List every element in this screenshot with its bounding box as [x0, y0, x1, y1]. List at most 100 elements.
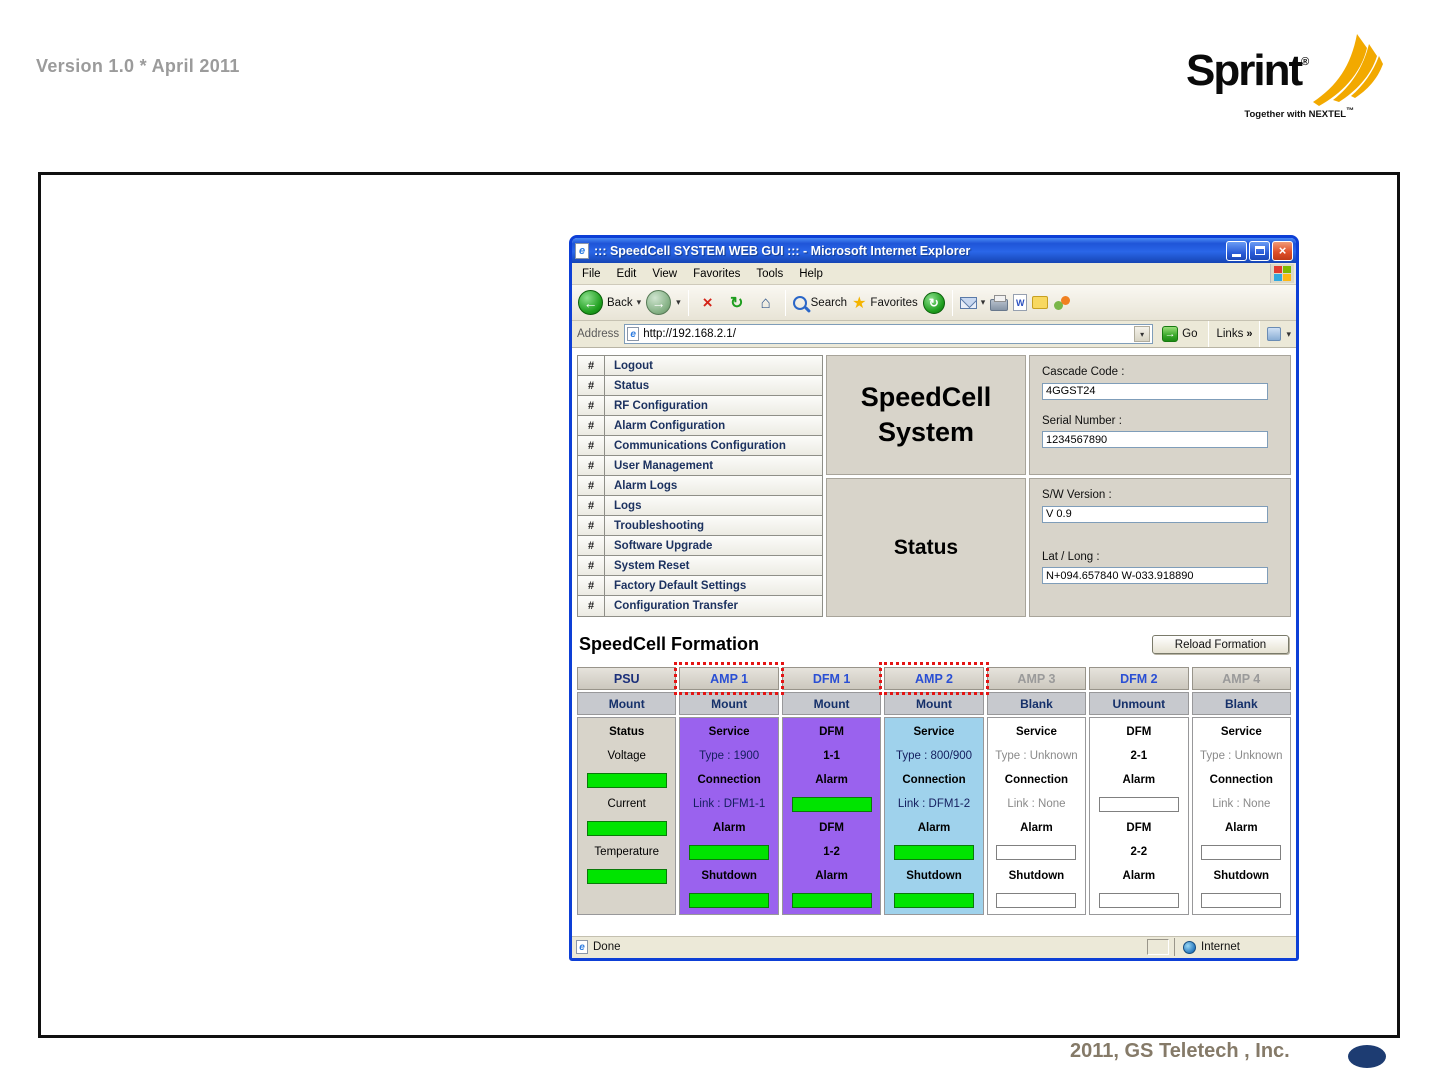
sidebar-item-communications-configuration[interactable]: # Communications Configuration [578, 436, 822, 456]
sprint-brand: Sprint [1186, 46, 1303, 95]
links-dropdown-icon[interactable]: ▾ [1286, 329, 1291, 340]
amp3-shutdown-label: Shutdown [1008, 870, 1065, 882]
page-title: Status [893, 535, 959, 559]
sidebar-item-software-upgrade[interactable]: # Software Upgrade [578, 536, 822, 556]
close-button[interactable]: × [1272, 240, 1293, 261]
go-button[interactable]: → Go [1158, 326, 1201, 342]
sidebar-item-troubleshooting[interactable]: # Troubleshooting [578, 516, 822, 536]
mail-dropdown-icon: ▾ [980, 297, 986, 307]
back-label: Back [607, 296, 633, 309]
hash-bullet: # [578, 436, 605, 455]
status-text: Done [593, 941, 621, 953]
refresh-icon: ↻ [729, 294, 744, 312]
address-separator [1259, 321, 1261, 347]
page-options-icon[interactable] [1267, 327, 1282, 341]
amp4-header[interactable]: AMP 4 [1191, 667, 1291, 690]
mail-icon [959, 296, 977, 309]
messenger-button[interactable] [1053, 295, 1071, 311]
status-bar: e Done Internet [572, 935, 1296, 958]
amp1-shutdown-indicator [689, 892, 770, 908]
amp3-type: Type : Unknown [995, 750, 1078, 762]
sidebar-item-label: Configuration Transfer [614, 600, 738, 612]
amp2-connection-label: Connection [902, 774, 966, 786]
amp4-alarm-indicator [1201, 844, 1282, 860]
address-dropdown-icon[interactable]: ▾ [1134, 326, 1151, 342]
sidebar-item-alarm-logs[interactable]: # Alarm Logs [578, 476, 822, 496]
menu-file[interactable]: File [574, 265, 609, 283]
sidebar-item-factory-default-settings[interactable]: # Factory Default Settings [578, 576, 822, 596]
sidebar-item-user-management[interactable]: # User Management [578, 456, 822, 476]
trademark-mark: ™ [1346, 106, 1354, 115]
psu-header[interactable]: PSU [577, 667, 677, 690]
hash-bullet: # [578, 396, 605, 415]
amp4-type: Type : Unknown [1200, 750, 1283, 762]
psu-status-label: Status [609, 726, 645, 738]
dfm2-dfm-label-2: DFM [1126, 822, 1152, 834]
menu-view[interactable]: View [644, 265, 685, 283]
amp2-header[interactable]: AMP 2 [879, 662, 989, 695]
edit-button[interactable]: W [1013, 294, 1028, 311]
amp2-link: Link : DFM1-2 [897, 798, 971, 810]
back-button[interactable]: ← Back ▾ [578, 290, 641, 315]
links-button[interactable]: Links » [1216, 328, 1252, 340]
minimize-button[interactable] [1226, 240, 1247, 261]
sidebar-item-rf-configuration[interactable]: # RF Configuration [578, 396, 822, 416]
search-button[interactable]: Search [792, 295, 847, 310]
formation-column-amp1: AMP 1 Mount Service Type : 1900 Connecti… [674, 662, 784, 915]
print-button[interactable] [990, 294, 1009, 311]
amp3-alarm-indicator [996, 844, 1077, 860]
psu-voltage-label: Voltage [607, 750, 646, 762]
back-dropdown-icon[interactable]: ▾ [637, 297, 642, 308]
address-input[interactable]: e http://192.168.2.1/ ▾ [624, 324, 1154, 344]
dfm2-header[interactable]: DFM 2 [1089, 667, 1189, 690]
serial-number-input[interactable] [1042, 431, 1268, 448]
dfm1-alarm-indicator-2 [791, 892, 872, 908]
refresh-button[interactable]: ↻ [725, 291, 749, 315]
sidebar-item-label: Logout [614, 359, 653, 372]
forward-dropdown-icon[interactable]: ▾ [676, 297, 681, 308]
tagline-text: Together with NEXTEL [1244, 109, 1347, 121]
dfm1-mount-state: Mount [781, 692, 882, 715]
sidebar-item-configuration-transfer[interactable]: # Configuration Transfer [578, 596, 822, 616]
sidebar-item-status[interactable]: # Status [578, 376, 822, 396]
sidebar-item-label: System Reset [614, 559, 690, 572]
hash-bullet: # [578, 516, 605, 535]
security-zone: Internet [1174, 938, 1292, 956]
sidebar-item-system-reset[interactable]: # System Reset [578, 556, 822, 576]
sidebar-item-label: Factory Default Settings [614, 579, 747, 592]
forward-button[interactable]: → [646, 290, 672, 315]
browser-window: e ::: SpeedCell SYSTEM WEB GUI ::: - Mic… [569, 235, 1299, 961]
menu-help[interactable]: Help [791, 265, 831, 283]
sw-version-input[interactable] [1042, 505, 1268, 523]
favorites-button[interactable]: ★ Favorites [852, 293, 918, 313]
cascade-code-input[interactable] [1042, 382, 1268, 400]
history-button[interactable]: ↻ [922, 291, 945, 314]
amp1-header[interactable]: AMP 1 [674, 662, 784, 695]
hash-bullet: # [578, 416, 605, 435]
sidebar-item-label: Communications Configuration [614, 439, 786, 452]
sidebar-item-logs[interactable]: # Logs [578, 496, 822, 516]
dfm2-alarm-indicator-1 [1098, 796, 1179, 812]
formation-column-amp3: AMP 3 Blank Service Type : Unknown Conne… [986, 667, 1087, 915]
hash-bullet: # [578, 536, 605, 555]
stop-button[interactable]: × [696, 291, 720, 315]
reload-formation-button[interactable]: Reload Formation [1152, 635, 1289, 654]
discuss-button[interactable] [1032, 296, 1049, 309]
menu-tools[interactable]: Tools [748, 265, 791, 283]
hash-bullet: # [578, 376, 605, 395]
menu-edit[interactable]: Edit [609, 265, 645, 283]
home-button[interactable]: ⌂ [754, 291, 778, 315]
amp3-header[interactable]: AMP 3 [986, 667, 1087, 690]
amp2-alarm-label: Alarm [917, 822, 951, 834]
menu-favorites[interactable]: Favorites [685, 265, 748, 283]
lat-long-input[interactable] [1042, 567, 1268, 584]
mail-button[interactable]: ▾ [959, 296, 986, 309]
amp1-alarm-indicator [689, 844, 770, 860]
favorites-label: Favorites [870, 296, 918, 309]
maximize-button[interactable] [1249, 240, 1270, 261]
dfm1-header[interactable]: DFM 1 [781, 667, 882, 690]
sprint-wing-icon [1313, 34, 1384, 106]
system-title-panel: SpeedCell System [826, 355, 1026, 475]
sidebar-item-logout[interactable]: # Logout [578, 356, 822, 376]
sidebar-item-alarm-configuration[interactable]: # Alarm Configuration [578, 416, 822, 436]
